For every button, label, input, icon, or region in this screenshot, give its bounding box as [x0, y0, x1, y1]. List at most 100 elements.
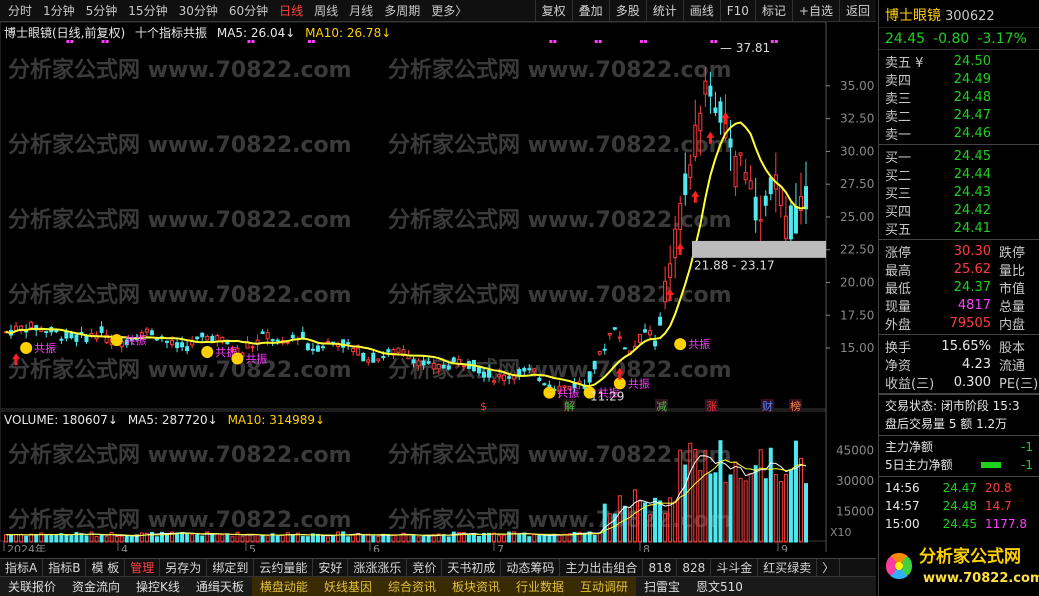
indicator-tab[interactable]: 主力出击组合: [560, 559, 644, 576]
event-label: 解: [564, 399, 575, 413]
indicator-tab[interactable]: 天书初成: [442, 559, 502, 576]
watermark-text: 分析家公式网 www.70822.com: [8, 442, 352, 468]
book-row[interactable]: 卖一 24.46: [879, 124, 1039, 143]
indicator-tab[interactable]: 涨涨涨乐: [348, 559, 408, 576]
signal-dot: [714, 40, 718, 43]
volume-bar: [683, 464, 688, 543]
period-tab[interactable]: 月线: [349, 2, 373, 19]
info-tab[interactable]: 互动调研: [572, 577, 637, 596]
indicator-tab[interactable]: 竞价: [407, 559, 443, 576]
book-row[interactable]: 卖五 ¥ 24.50: [879, 52, 1039, 71]
tool-button[interactable]: 统计: [645, 0, 683, 22]
tool-button[interactable]: +自选: [791, 0, 839, 22]
period-tab[interactable]: 5分钟: [86, 2, 118, 19]
tool-button[interactable]: 画线: [682, 0, 720, 22]
candle-body: [446, 365, 451, 370]
period-tab[interactable]: 分时: [8, 2, 32, 19]
period-tab[interactable]: 周线: [314, 2, 338, 19]
book-label: 买五: [885, 222, 912, 238]
stat-label-2: 量比: [999, 263, 1026, 279]
price-change: -0.80: [933, 30, 970, 47]
indicator-tab[interactable]: 云约量能: [254, 559, 314, 576]
tool-button[interactable]: 多股: [608, 0, 646, 22]
volume-bar: [361, 534, 366, 543]
info-tab[interactable]: 操控K线: [128, 577, 188, 596]
indicator-tab[interactable]: 安好: [313, 559, 349, 576]
quote-panel: 博士眼镜 300622 24.45 -0.80 -3.17% 卖五 ¥24.50 卖…: [878, 0, 1039, 596]
volume-bar: [713, 472, 718, 543]
info-tab[interactable]: 恩文510: [688, 577, 751, 596]
book-row[interactable]: 买一 24.45: [879, 147, 1039, 166]
indicator-tab[interactable]: 管理: [125, 559, 161, 576]
candle-body: [532, 368, 537, 372]
volume-bar: [471, 533, 476, 543]
info-tab[interactable]: 通缉天板: [188, 577, 252, 596]
volume-bar: [341, 531, 346, 543]
volume-bar: [728, 474, 733, 543]
stat-value: 25.62: [953, 261, 991, 277]
candle-body: [185, 346, 190, 352]
volume-bar: [99, 534, 104, 543]
info-tab[interactable]: 横盘动能: [251, 577, 316, 596]
candle-body: [270, 339, 275, 342]
book-row[interactable]: 卖四 24.49: [879, 70, 1039, 89]
signal-dot: [639, 40, 643, 43]
candle-body: [663, 280, 668, 303]
indicator-tab[interactable]: 另存为: [160, 559, 208, 576]
indicator-tabs: 指标A 指标B 模 板管理 另存为 绑定到 云约量能 安好 涨涨涨乐 竞价 天书初成 动态筹码 主力出…: [0, 558, 876, 576]
date-label: 2024年: [7, 542, 46, 552]
info-tab[interactable]: 扫雷宝: [636, 577, 688, 596]
period-tab[interactable]: 60分钟: [229, 2, 268, 19]
candle-body: [738, 152, 743, 156]
high-label: — 37.81: [720, 41, 770, 55]
indicator-tab[interactable]: 〉: [817, 559, 841, 576]
info-tab[interactable]: 板块资讯: [443, 577, 508, 596]
indicator-tab[interactable]: 模 板: [86, 559, 126, 576]
info-tab[interactable]: 行业数据: [507, 577, 572, 596]
period-tab[interactable]: 更多〉: [431, 2, 467, 19]
chart-area[interactable]: 分析家公式网 www.70822.com 分析家公式网 www.70822.com…: [0, 22, 876, 552]
stats-table-2: 换手 15.65% 股本 净资 4.23 流通 收益(三) 0.300 PE(三): [879, 335, 1039, 394]
main-net-label[interactable]: 主力净额: [885, 438, 933, 456]
book-row[interactable]: 卖二 24.47: [879, 106, 1039, 125]
indicator-tab[interactable]: 828: [677, 559, 712, 576]
period-tab[interactable]: 15分钟: [128, 2, 167, 19]
candle-body: [804, 186, 808, 210]
stat-value: 0.300: [953, 374, 991, 390]
signal-dot: [774, 40, 778, 43]
gap-zone: [692, 240, 826, 258]
tool-button[interactable]: F10: [719, 0, 755, 22]
book-row[interactable]: 买五 24.41: [879, 219, 1039, 238]
indicator-tab[interactable]: 红买绿卖: [758, 559, 818, 576]
tool-button[interactable]: 叠加: [571, 0, 609, 22]
book-row[interactable]: 卖三 24.48: [879, 88, 1039, 107]
info-tab[interactable]: 综合资讯: [379, 577, 444, 596]
indicator-label[interactable]: 十个指标共振: [135, 26, 207, 40]
period-tab[interactable]: 30分钟: [179, 2, 218, 19]
indicator-tab[interactable]: 斗斗金: [711, 559, 759, 576]
book-label: 卖五 ¥: [885, 55, 924, 71]
candle-body: [718, 101, 723, 123]
book-row[interactable]: 买二 24.44: [879, 165, 1039, 184]
tool-button[interactable]: 复权: [534, 0, 572, 22]
info-tab[interactable]: 妖线基因: [315, 577, 380, 596]
info-tab[interactable]: 关联报价: [0, 577, 64, 596]
tool-button[interactable]: 标记: [754, 0, 792, 22]
book-row[interactable]: 买三 24.43: [879, 183, 1039, 202]
period-tab[interactable]: 日线: [279, 2, 303, 19]
kline-chart[interactable]: 分析家公式网 www.70822.com 分析家公式网 www.70822.com…: [0, 22, 876, 552]
buy-arrow-icon: [691, 190, 700, 203]
logo-url: www.70822.com: [923, 571, 1039, 586]
indicator-tab[interactable]: 指标B: [43, 559, 87, 576]
book-row[interactable]: 买四 24.42: [879, 201, 1039, 220]
period-tab[interactable]: 1分钟: [43, 2, 75, 19]
indicator-tab[interactable]: 动态筹码: [501, 559, 561, 576]
indicator-tab[interactable]: 绑定到: [207, 559, 255, 576]
signal-dot: [770, 40, 774, 43]
period-tab[interactable]: 多周期: [384, 2, 420, 19]
indicator-tab[interactable]: 818: [643, 559, 678, 576]
volume-bar: [622, 505, 627, 543]
info-tab[interactable]: 资金流向: [64, 577, 128, 596]
tool-button[interactable]: 返回: [838, 0, 876, 22]
indicator-tab[interactable]: 指标A: [0, 559, 44, 576]
